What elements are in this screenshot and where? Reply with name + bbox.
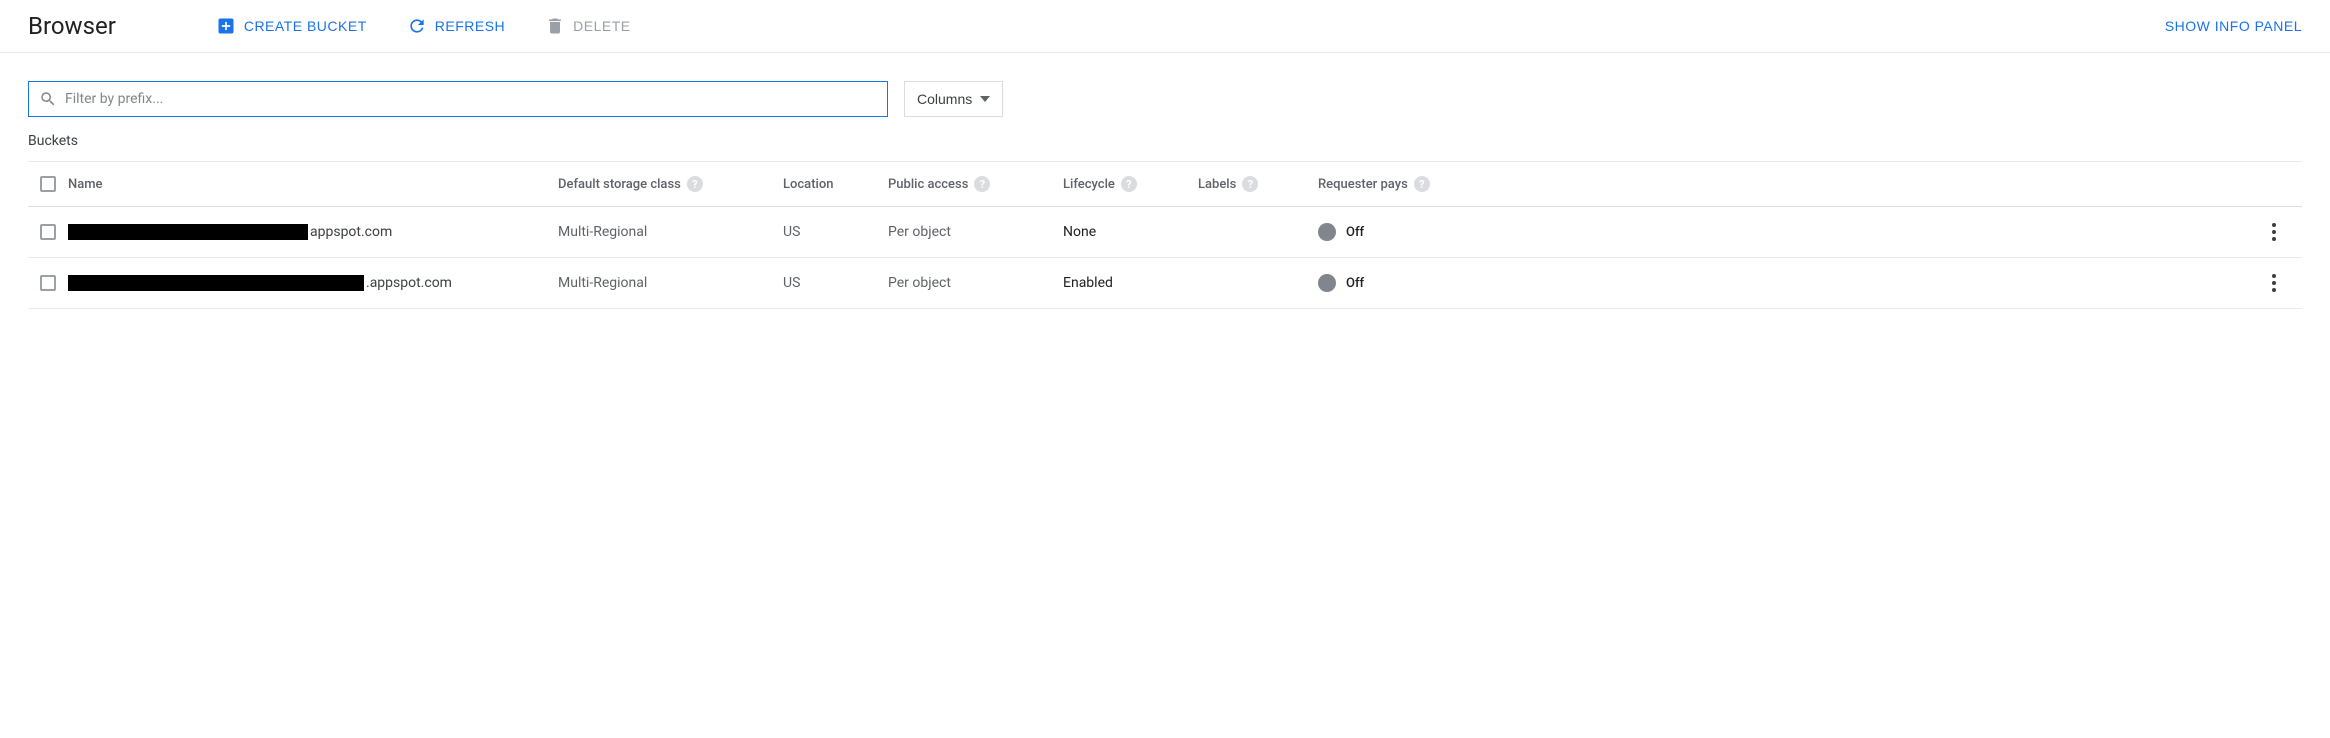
buckets-table: Name Default storage class ? Location Pu…	[28, 161, 2302, 309]
col-header-requester: Requester pays ?	[1318, 176, 1478, 192]
table-header: Name Default storage class ? Location Pu…	[28, 162, 2302, 207]
row-checkbox[interactable]	[40, 224, 56, 240]
col-header-labels: Labels ?	[1198, 176, 1318, 192]
add-bucket-icon	[216, 16, 236, 36]
requester-pays-toggle[interactable]: Off	[1318, 223, 1364, 241]
public-access-cell: Per object	[888, 275, 1063, 291]
toggle-label: Off	[1346, 276, 1364, 291]
refresh-button[interactable]: REFRESH	[407, 16, 505, 36]
create-bucket-button[interactable]: CREATE BUCKET	[216, 16, 367, 36]
location-cell: US	[783, 224, 888, 240]
page-title: Browser	[28, 12, 116, 40]
create-bucket-label: CREATE BUCKET	[244, 18, 367, 34]
columns-dropdown[interactable]: Columns	[904, 81, 1003, 117]
help-icon[interactable]: ?	[1242, 176, 1258, 192]
row-actions-menu[interactable]	[2268, 270, 2280, 296]
col-header-lifecycle-label: Lifecycle	[1063, 177, 1115, 192]
columns-label: Columns	[917, 91, 972, 107]
bucket-name-cell[interactable]: appspot.com	[68, 224, 558, 240]
help-icon[interactable]: ?	[974, 176, 990, 192]
redacted-name	[68, 224, 308, 240]
col-header-location: Location	[783, 177, 888, 192]
filter-row: Columns	[0, 53, 2330, 133]
row-check-cell	[28, 224, 68, 240]
requester-pays-cell: Off	[1318, 274, 1478, 292]
help-icon[interactable]: ?	[1121, 176, 1137, 192]
help-icon[interactable]: ?	[1414, 176, 1430, 192]
toolbar: CREATE BUCKET REFRESH DELETE	[216, 16, 2165, 36]
requester-pays-toggle[interactable]: Off	[1318, 274, 1364, 292]
help-icon[interactable]: ?	[687, 176, 703, 192]
select-all-checkbox[interactable]	[40, 176, 56, 192]
lifecycle-cell[interactable]: Enabled	[1063, 275, 1198, 291]
delete-label: DELETE	[573, 18, 630, 34]
toggle-knob	[1318, 274, 1336, 292]
refresh-icon	[407, 16, 427, 36]
table-row: .appspot.com Multi-Regional US Per objec…	[28, 258, 2302, 309]
storage-class-cell: Multi-Regional	[558, 224, 783, 240]
header-toolbar: Browser CREATE BUCKET REFRESH DELETE SHO…	[0, 0, 2330, 53]
bucket-name-suffix: appspot.com	[310, 224, 392, 240]
col-header-storage-label: Default storage class	[558, 177, 681, 192]
select-all-cell	[28, 176, 68, 192]
chevron-down-icon	[980, 94, 990, 104]
table-row: appspot.com Multi-Regional US Per object…	[28, 207, 2302, 258]
row-actions-menu[interactable]	[2268, 219, 2280, 245]
redacted-name	[68, 275, 364, 291]
col-header-access-label: Public access	[888, 177, 968, 192]
show-info-panel-button[interactable]: SHOW INFO PANEL	[2165, 18, 2302, 34]
search-icon	[39, 90, 57, 108]
bucket-name-cell[interactable]: .appspot.com	[68, 275, 558, 291]
col-header-name[interactable]: Name	[68, 177, 558, 192]
row-check-cell	[28, 275, 68, 291]
col-header-access: Public access ?	[888, 176, 1063, 192]
toggle-knob	[1318, 223, 1336, 241]
delete-button: DELETE	[545, 16, 630, 36]
storage-class-cell: Multi-Regional	[558, 275, 783, 291]
public-access-cell: Per object	[888, 224, 1063, 240]
filter-container	[28, 81, 888, 117]
col-header-lifecycle: Lifecycle ?	[1063, 176, 1198, 192]
requester-pays-cell: Off	[1318, 223, 1478, 241]
filter-input[interactable]	[65, 91, 877, 107]
row-checkbox[interactable]	[40, 275, 56, 291]
col-header-labels-label: Labels	[1198, 177, 1236, 192]
toggle-label: Off	[1346, 225, 1364, 240]
location-cell: US	[783, 275, 888, 291]
col-header-storage: Default storage class ?	[558, 176, 783, 192]
col-header-requester-label: Requester pays	[1318, 177, 1408, 192]
trash-icon	[545, 16, 565, 36]
bucket-name-suffix: .appspot.com	[366, 275, 452, 291]
section-label: Buckets	[0, 133, 2330, 161]
refresh-label: REFRESH	[435, 18, 505, 34]
lifecycle-cell[interactable]: None	[1063, 224, 1198, 240]
